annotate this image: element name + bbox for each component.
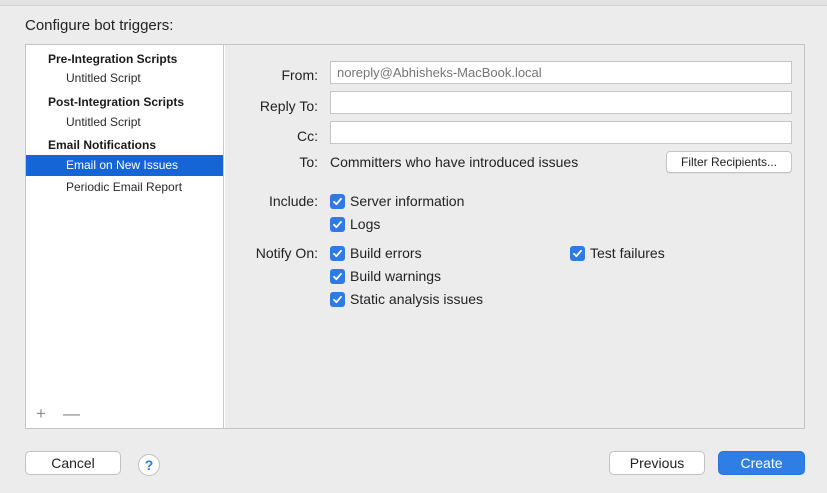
sidebar-item-post-untitled-script[interactable]: Untitled Script: [66, 115, 141, 129]
checkbox-logs[interactable]: Logs: [330, 215, 380, 233]
sidebar-header-post-integration[interactable]: Post-Integration Scripts: [48, 95, 184, 109]
checkbox-label: Test failures: [590, 245, 665, 261]
checkbox-label: Server information: [350, 193, 465, 209]
trigger-sidebar: Pre-Integration Scripts Untitled Script …: [26, 45, 224, 428]
cc-label: Cc:: [297, 128, 318, 144]
checkmark-icon: [570, 245, 585, 261]
checkmark-icon: [330, 193, 345, 209]
checkbox-label: Logs: [350, 216, 381, 232]
title-bar-edge: [0, 0, 827, 6]
to-label: To:: [299, 154, 318, 170]
checkmark-icon: [330, 268, 345, 284]
checkmark-icon: [330, 291, 345, 307]
filter-recipients-button[interactable]: Filter Recipients...: [666, 151, 792, 173]
include-label: Include:: [268, 193, 318, 209]
cc-field[interactable]: [330, 121, 792, 144]
cancel-button[interactable]: Cancel: [25, 451, 121, 475]
sidebar-item-periodic-email-report[interactable]: Periodic Email Report: [66, 180, 182, 194]
checkmark-icon: [330, 216, 345, 232]
from-label: From:: [281, 67, 318, 83]
sidebar-item-pre-untitled-script[interactable]: Untitled Script: [66, 71, 141, 85]
checkbox-label: Build errors: [350, 245, 422, 261]
checkmark-icon: [330, 245, 345, 261]
create-button[interactable]: Create: [718, 451, 805, 475]
notify-on-label: Notify On:: [255, 245, 318, 261]
checkbox-label: Build warnings: [350, 268, 442, 284]
checkbox-build-warnings[interactable]: Build warnings: [330, 267, 441, 285]
page-title: Configure bot triggers:: [25, 17, 174, 34]
checkbox-build-errors[interactable]: Build errors: [330, 244, 422, 262]
sidebar-header-pre-integration[interactable]: Pre-Integration Scripts: [48, 52, 177, 66]
checkbox-server-information[interactable]: Server information: [330, 192, 464, 210]
reply-to-field[interactable]: [330, 91, 792, 114]
reply-to-label: Reply To:: [259, 98, 318, 114]
remove-trigger-button[interactable]: —: [63, 405, 80, 422]
sidebar-header-email-notifications[interactable]: Email Notifications: [48, 138, 156, 152]
add-trigger-button[interactable]: +: [36, 405, 46, 422]
previous-button[interactable]: Previous: [609, 451, 705, 475]
sidebar-item-email-on-new-issues[interactable]: Email on New Issues: [26, 155, 223, 176]
help-button[interactable]: ?: [138, 454, 160, 476]
from-field[interactable]: [330, 61, 792, 84]
sidebar-item-label: Email on New Issues: [66, 158, 179, 172]
checkbox-label: Static analysis issues: [350, 291, 484, 307]
to-value: Committers who have introduced issues: [330, 154, 579, 170]
checkbox-test-failures[interactable]: Test failures: [570, 244, 665, 262]
checkbox-static-analysis-issues[interactable]: Static analysis issues: [330, 290, 483, 308]
